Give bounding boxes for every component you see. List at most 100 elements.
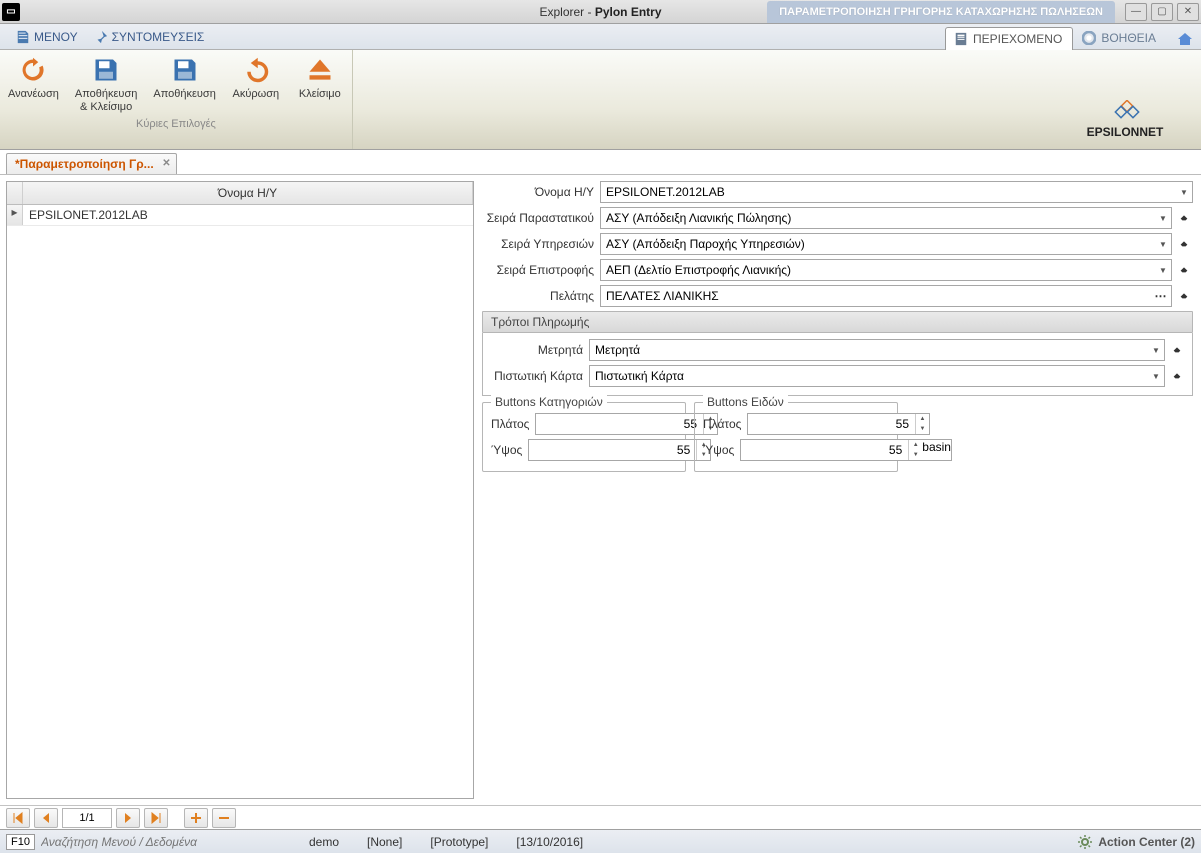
book-icon (16, 30, 30, 44)
dropdown-icon[interactable]: ▼ (1155, 240, 1171, 249)
nav-last-button[interactable] (144, 808, 168, 828)
ribbon: Ανανέωση Αποθήκευση & Κλείσιμο Αποθήκευσ… (0, 50, 1201, 150)
tab-help[interactable]: ΒΟΗΘΕΙΑ (1073, 26, 1167, 50)
refresh-button[interactable]: Ανανέωση (0, 50, 67, 116)
row-cell-name[interactable]: EPSILONET.2012LAB (23, 205, 473, 225)
combo-svc-series[interactable]: ▼ (600, 233, 1172, 255)
title-explorer: Explorer - (539, 5, 594, 19)
menu-bar: ΜΕΝΟΥ ΣΥΝΤΟΜΕΥΣΕΙΣ ΠΕΡΙΕΧΟΜΕΝΟ ΒΟΗΘΕΙΑ (0, 24, 1201, 50)
combo-return-series-field[interactable] (601, 261, 1155, 279)
label-cat-height: Ύψος (491, 443, 528, 457)
dropdown-icon[interactable]: ▼ (1176, 188, 1192, 197)
group-categories-title: Buttons Κατηγοριών (491, 395, 607, 409)
window-title: Explorer - Pylon Entry (539, 5, 661, 19)
eraser-icon[interactable] (1168, 369, 1186, 383)
save-button[interactable]: Αποθήκευση (145, 50, 223, 116)
dropdown-icon[interactable]: ▼ (1148, 346, 1164, 355)
action-center[interactable]: Action Center (2) (1078, 835, 1195, 849)
nav-prev-button[interactable] (34, 808, 58, 828)
spinner-cat-width[interactable]: ▲▼ (535, 413, 718, 435)
save-close-button[interactable]: Αποθήκευση & Κλείσιμο (67, 50, 145, 116)
nav-first-button[interactable] (6, 808, 30, 828)
tab-content-label: ΠΕΡΙΕΧΟΜΕΝΟ (973, 32, 1062, 46)
lookup-customer[interactable]: ⋯ (600, 285, 1172, 307)
grid-body[interactable]: ▸ EPSILONET.2012LAB (7, 205, 473, 798)
logo: EPSILONNET (1065, 100, 1185, 143)
contextual-ribbon-tab[interactable]: ΠΑΡΑΜΕΤΡΟΠΟΙΗΣΗ ΓΡΗΓΟΡΗΣ ΚΑΤΑΧΩΡΗΣΗΣ ΠΩΛ… (767, 1, 1115, 23)
f10-badge[interactable]: F10 (6, 834, 35, 850)
close-label: Κλείσιμο (299, 88, 341, 101)
combo-return-series[interactable]: ▼ (600, 259, 1172, 281)
spinner-items-height-field[interactable] (741, 440, 908, 460)
input-computer-name[interactable]: ▼ (600, 181, 1193, 203)
body-area: Όνομα Η/Υ ▸ EPSILONET.2012LAB Όνομα Η/Υ … (0, 174, 1201, 805)
payment-section-header: Τρόποι Πληρωμής (482, 311, 1193, 333)
spinner-cat-height[interactable]: ▲▼ (528, 439, 711, 461)
form-panel: Όνομα Η/Υ ▼ Σειρά Παραστατικού ▼ Σειρά Υ… (474, 175, 1201, 805)
eraser-icon[interactable] (1168, 343, 1186, 357)
maximize-button[interactable]: ▢ (1151, 3, 1173, 21)
eraser-icon[interactable] (1175, 289, 1193, 303)
eraser-icon[interactable] (1175, 263, 1193, 277)
combo-doc-series-field[interactable] (601, 209, 1155, 227)
nav-page-indicator[interactable]: 1/1 (62, 808, 112, 828)
save-icon (92, 56, 120, 84)
eraser-icon[interactable] (1175, 237, 1193, 251)
action-center-label: Action Center (2) (1098, 835, 1195, 849)
spin-up-icon[interactable]: ▲ (909, 440, 922, 450)
cancel-button[interactable]: Ακύρωση (224, 50, 288, 116)
label-return-series: Σειρά Επιστροφής (482, 263, 600, 277)
spinner-items-width[interactable]: ▲▼ (747, 413, 930, 435)
combo-svc-series-field[interactable] (601, 235, 1155, 253)
lookup-button[interactable]: ⋯ (1151, 289, 1171, 303)
label-items-height: Ύψος (703, 443, 740, 457)
menu-main[interactable]: ΜΕΝΟΥ (8, 28, 86, 46)
combo-card[interactable]: ▼ (589, 365, 1165, 387)
search-input[interactable] (41, 835, 241, 849)
dropdown-icon[interactable]: ▼ (1148, 372, 1164, 381)
spinner-items-width-field[interactable] (748, 414, 915, 434)
label-cat-width: Πλάτος (491, 417, 535, 431)
input-computer-name-field[interactable] (601, 183, 1176, 201)
minimize-button[interactable]: — (1125, 3, 1147, 21)
close-window-button[interactable]: ✕ (1177, 3, 1199, 21)
lookup-customer-field[interactable] (601, 287, 1151, 305)
dropdown-icon[interactable]: ▼ (1155, 266, 1171, 275)
gear-icon (1078, 835, 1092, 849)
combo-doc-series[interactable]: ▼ (600, 207, 1172, 229)
spinner-cat-width-field[interactable] (536, 414, 703, 434)
nav-remove-button[interactable] (212, 808, 236, 828)
table-row[interactable]: ▸ EPSILONET.2012LAB (7, 205, 473, 226)
label-items-width: Πλάτος (703, 417, 747, 431)
status-bar: F10 demo [None] [Prototype] [13/10/2016]… (0, 829, 1201, 853)
nav-add-button[interactable] (184, 808, 208, 828)
combo-card-field[interactable] (590, 367, 1148, 385)
document-tab-active[interactable]: *Παραμετροποίηση Γρ... ✕ (6, 153, 177, 174)
home-icon[interactable] (1177, 31, 1193, 50)
menu-shortcuts[interactable]: ΣΥΝΤΟΜΕΥΣΕΙΣ (86, 28, 213, 46)
tab-content[interactable]: ΠΕΡΙΕΧΟΜΕΝΟ (945, 27, 1073, 51)
document-tab-close-icon[interactable]: ✕ (162, 158, 170, 169)
grid-column-name[interactable]: Όνομα Η/Υ (23, 182, 473, 204)
nav-next-button[interactable] (116, 808, 140, 828)
left-grid: Όνομα Η/Υ ▸ EPSILONET.2012LAB (6, 181, 474, 799)
combo-cash[interactable]: ▼ (589, 339, 1165, 361)
grid-header-row: Όνομα Η/Υ (7, 182, 473, 205)
svg-text:EPSILONNET: EPSILONNET (1087, 125, 1164, 139)
title-bar: ▭ Explorer - Pylon Entry ΠΑΡΑΜΕΤΡΟΠΟΙΗΣΗ… (0, 0, 1201, 24)
combo-cash-field[interactable] (590, 341, 1148, 359)
menu-main-label: ΜΕΝΟΥ (34, 30, 78, 44)
dropdown-icon[interactable]: ▼ (1155, 214, 1171, 223)
refresh-icon (19, 56, 47, 84)
eraser-icon[interactable] (1175, 211, 1193, 225)
spin-down-icon[interactable]: ▼ (916, 424, 929, 434)
spin-up-icon[interactable]: ▲ (916, 414, 929, 424)
spinner-cat-height-field[interactable] (529, 440, 696, 460)
document-tabs: *Παραμετροποίηση Γρ... ✕ (0, 150, 1201, 174)
close-button[interactable]: Κλείσιμο (288, 50, 352, 116)
record-navigator: 1/1 (0, 805, 1201, 829)
label-cash: Μετρητά (489, 343, 589, 357)
spinner-items-height[interactable]: ▲▼ basin (740, 439, 952, 461)
eject-icon (306, 56, 334, 84)
spin-down-icon[interactable]: ▼ (909, 450, 922, 460)
